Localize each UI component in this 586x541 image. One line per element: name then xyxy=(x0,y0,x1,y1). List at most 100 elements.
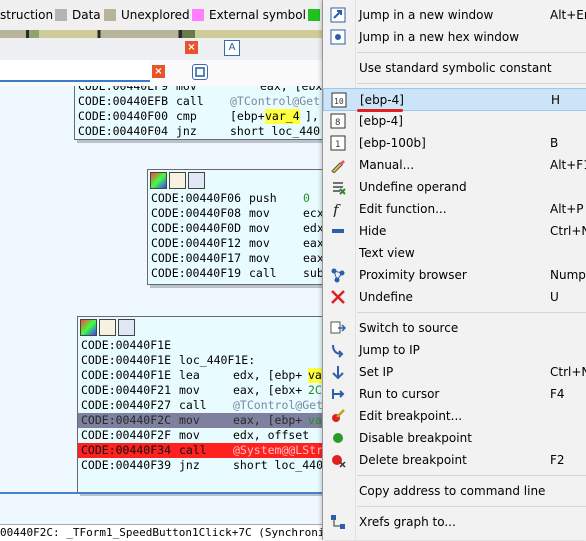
close-subtab-button[interactable]: × xyxy=(152,65,165,78)
code-operand: edx, [ebp+ xyxy=(233,368,303,382)
undefine-icon xyxy=(330,289,346,305)
selected-code-line[interactable]: CODE:00440F2Cmoveax, [ebp+var xyxy=(78,413,325,428)
code-address: CODE:00440F19 xyxy=(151,266,242,280)
menu-item-manual[interactable]: Manual... Alt+F1 xyxy=(323,154,586,176)
node-color-icon[interactable] xyxy=(150,172,167,189)
graph-node-3[interactable]: CODE:00440F1E CODE:00440F1E loc_440F1E: C… xyxy=(77,316,325,493)
menu-item-binary-format[interactable]: 1 [ebp-100b] B xyxy=(323,132,586,154)
node-rename-icon[interactable] xyxy=(99,319,116,336)
code-line[interactable]: CODE:00440F00 cmp [ebp+ var_4], xyxy=(75,109,325,124)
status-text: 00440F2C: _TForm1_SpeedButton1Click+7C (… xyxy=(0,526,325,539)
menu-separator xyxy=(357,312,586,313)
node-color-icon[interactable] xyxy=(80,319,97,336)
node-rename-icon[interactable] xyxy=(169,172,186,189)
legend-external-symbol-swatch xyxy=(192,9,204,21)
menu-item-disable-breakpoint[interactable]: Disable breakpoint xyxy=(323,427,586,449)
code-operand: @TControl@Get xyxy=(230,94,321,108)
code-line[interactable]: CODE:00440F27 call @TControl@Get xyxy=(78,398,325,413)
menu-item-decimal-format[interactable]: 8 [ebp-4] xyxy=(323,110,586,132)
code-mnemonic: mov xyxy=(249,251,270,265)
active-sub-tab[interactable] xyxy=(0,60,150,82)
structures-tab-icon[interactable] xyxy=(192,64,208,80)
code-line[interactable]: CODE:00440F21moveax, [ebx+2C4 xyxy=(78,383,325,398)
legend-lumina-swatch xyxy=(308,9,320,21)
navigation-band[interactable] xyxy=(0,30,325,38)
node-group-icon[interactable] xyxy=(118,319,135,336)
code-mnemonic: call xyxy=(179,398,207,412)
menu-item-shortcut: Numpa xyxy=(550,268,586,282)
menu-item-label: Delete breakpoint xyxy=(359,453,467,467)
code-line[interactable]: CODE:00440F06 push 0 xyxy=(148,191,325,206)
code-line[interactable]: CODE:00440F1Eleaedx, [ebp+var xyxy=(78,368,325,383)
menu-item-proximity-browser[interactable]: Proximity browser Numpa xyxy=(323,264,586,286)
code-operand: eax, [ebx+2C8 xyxy=(260,86,325,93)
code-line[interactable]: CODE:00440F1E loc_440F1E: xyxy=(78,353,325,368)
code-line[interactable]: CODE:00440F2F mov edx, offset xyxy=(78,428,325,443)
highlighted-operand[interactable]: var_4 xyxy=(265,109,300,124)
code-address: CODE:00440F34 xyxy=(81,443,172,457)
menu-item-edit-breakpoint[interactable]: Edit breakpoint... xyxy=(323,405,586,427)
menu-item-label: Run to cursor xyxy=(359,387,440,401)
menu-item-shortcut: Ctrl+N xyxy=(550,365,586,379)
menu-item-label: Use standard symbolic constant xyxy=(359,61,552,75)
menu-item-hide[interactable]: Hide Ctrl+N xyxy=(323,220,586,242)
legend-data-label: Data xyxy=(72,8,101,22)
code-line[interactable]: CODE:00440F17 mov eax xyxy=(148,251,325,266)
code-line[interactable]: CODE:00440F12 mov eax xyxy=(148,236,325,251)
svg-text:10: 10 xyxy=(334,97,344,106)
menu-item-undefine-operand[interactable]: Undefine operand xyxy=(323,176,586,198)
node-group-icon[interactable] xyxy=(188,172,205,189)
graph-node-2[interactable]: CODE:00440F06 push 0 CODE:00440F08 mov ecx C… xyxy=(147,169,325,285)
menu-item-run-to-cursor[interactable]: Run to cursor F4 xyxy=(323,383,586,405)
menu-item-label: Disable breakpoint xyxy=(359,431,472,445)
node-header xyxy=(78,317,325,338)
menu-separator xyxy=(357,52,586,53)
menu-item-copy-address[interactable]: Copy address to command line xyxy=(323,480,586,502)
menu-item-shortcut: Alt+P xyxy=(550,202,584,216)
menu-item-hex-format[interactable]: 10 [ebp-4] H xyxy=(323,88,586,111)
menu-item-jump-new-window[interactable]: Jump in a new window Alt+Ent xyxy=(323,4,586,26)
code-operand: short loc_440 xyxy=(230,124,321,138)
code-address: CODE:00440F0D xyxy=(151,221,242,235)
menu-item-label: [ebp-4] xyxy=(359,114,403,128)
menu-item-edit-function[interactable]: f Edit function... Alt+P xyxy=(323,198,586,220)
code-line[interactable]: CODE:00440EF9 mov eax, [ebx+2C8 xyxy=(75,86,325,94)
graph-node-1[interactable]: CODE:00440EF9 mov eax, [ebx+2C8 CODE:00440… xyxy=(74,86,325,140)
menu-item-text-view[interactable]: Text view xyxy=(323,242,586,264)
code-mnemonic: mov xyxy=(249,221,270,235)
code-address: CODE:00440EFB xyxy=(78,94,169,108)
svg-text:1: 1 xyxy=(335,140,340,150)
menu-item-xrefs-graph-to[interactable]: Xrefs graph to... xyxy=(323,511,586,533)
code-address: CODE:00440F27 xyxy=(81,398,172,412)
menu-item-switch-to-source[interactable]: Switch to source xyxy=(323,317,586,339)
menu-item-shortcut: F4 xyxy=(550,387,565,401)
code-line[interactable]: CODE:00440F04 jnz short loc_440 xyxy=(75,124,325,139)
menu-item-label: Jump in a new window xyxy=(359,8,494,22)
breakpoint-code-line[interactable]: CODE:00440F34 call @System@@LStrC xyxy=(78,443,325,458)
menu-item-delete-breakpoint[interactable]: Delete breakpoint F2 xyxy=(323,449,586,471)
code-line[interactable]: CODE:00440F0D mov edx xyxy=(148,221,325,236)
hex-view-tab-icon[interactable]: A xyxy=(224,40,240,56)
menu-item-undefine[interactable]: Undefine U xyxy=(323,286,586,308)
context-menu: Jump in a new window Alt+Ent Jump in a n… xyxy=(322,0,586,540)
menu-item-label: Edit function... xyxy=(359,202,447,216)
code-mnemonic: mov xyxy=(179,413,200,427)
close-tab-button[interactable]: × xyxy=(185,41,198,54)
graph-view[interactable]: CODE:00440EF9 mov eax, [ebx+2C8 CODE:00440… xyxy=(0,86,325,526)
menu-item-jump-to-ip[interactable]: Jump to IP xyxy=(323,339,586,361)
menu-item-set-ip[interactable]: Set IP Ctrl+N xyxy=(323,361,586,383)
menu-item-shortcut: F2 xyxy=(550,453,565,467)
binary-format-icon: 1 xyxy=(330,135,346,151)
code-operand: eax, [ebx+ xyxy=(233,383,303,397)
menu-item-label: Undefine operand xyxy=(359,180,467,194)
code-line[interactable]: CODE:00440F39 jnz short loc_440 xyxy=(78,458,325,473)
set-ip-icon xyxy=(330,364,346,380)
menu-item-symbolic-constant[interactable]: Use standard symbolic constant xyxy=(323,57,586,79)
code-line[interactable]: CODE:00440F08 mov ecx xyxy=(148,206,325,221)
code-line[interactable]: CODE:00440EFB call @TControl@Get xyxy=(75,94,325,109)
menu-item-shortcut: H xyxy=(551,93,561,107)
code-line[interactable]: CODE:00440F19 call sub xyxy=(148,266,325,281)
menu-item-jump-new-hex-window[interactable]: Jump in a new hex window xyxy=(323,26,586,48)
hex-format-icon: 10 xyxy=(331,92,347,108)
code-line[interactable]: CODE:00440F1E xyxy=(78,338,325,353)
